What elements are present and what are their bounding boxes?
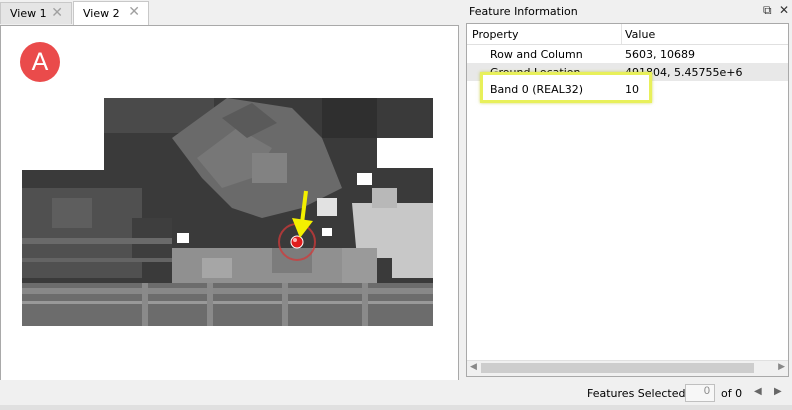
- tab-label: View 2: [83, 7, 120, 20]
- property-cell: Band 0 (REAL32): [490, 83, 584, 96]
- view-tab-bar: View 1 ✕ View 2 ✕: [0, 0, 460, 25]
- property-cell: Row and Column: [490, 48, 583, 61]
- table-row[interactable]: Band 0 (REAL32) 10: [467, 80, 788, 98]
- close-icon[interactable]: ✕: [51, 6, 63, 20]
- close-icon[interactable]: ✕: [779, 4, 789, 16]
- nav-right-icon[interactable]: ▶: [774, 386, 782, 397]
- features-selected-label: Features Selected:: [587, 387, 690, 400]
- restore-icon[interactable]: ⧉: [763, 4, 772, 16]
- horizontal-scrollbar[interactable]: ◀ ▶: [467, 360, 788, 376]
- feature-information-panel: Feature Information ⧉ ✕ Property Value R…: [463, 0, 792, 378]
- column-header-property[interactable]: Property: [472, 28, 519, 41]
- table-header: Property Value: [467, 24, 788, 45]
- scroll-thumb[interactable]: [481, 363, 754, 373]
- tab-label: View 1: [10, 7, 47, 20]
- nav-left-icon[interactable]: ◀: [754, 386, 762, 397]
- total-count-label: of 0: [721, 387, 743, 400]
- scroll-right-icon[interactable]: ▶: [778, 362, 785, 372]
- callout-badge: A: [20, 42, 60, 82]
- close-icon[interactable]: ✕: [128, 5, 140, 19]
- raster-map[interactable]: [22, 98, 434, 326]
- feature-table: Property Value Row and Column 5603, 1068…: [466, 23, 789, 377]
- column-divider[interactable]: [621, 24, 622, 44]
- window-bottom-edge: [0, 405, 792, 410]
- tab-view-1[interactable]: View 1 ✕: [0, 2, 72, 24]
- table-row[interactable]: Row and Column 5603, 10689: [467, 45, 788, 63]
- value-cell: 5603, 10689: [625, 48, 695, 61]
- value-cell: 10: [625, 83, 639, 96]
- tab-view-2[interactable]: View 2 ✕: [73, 1, 149, 25]
- scroll-left-icon[interactable]: ◀: [470, 362, 477, 372]
- column-header-value[interactable]: Value: [625, 28, 655, 41]
- panel-title: Feature Information: [469, 4, 578, 18]
- selected-count-field[interactable]: 0: [685, 384, 715, 402]
